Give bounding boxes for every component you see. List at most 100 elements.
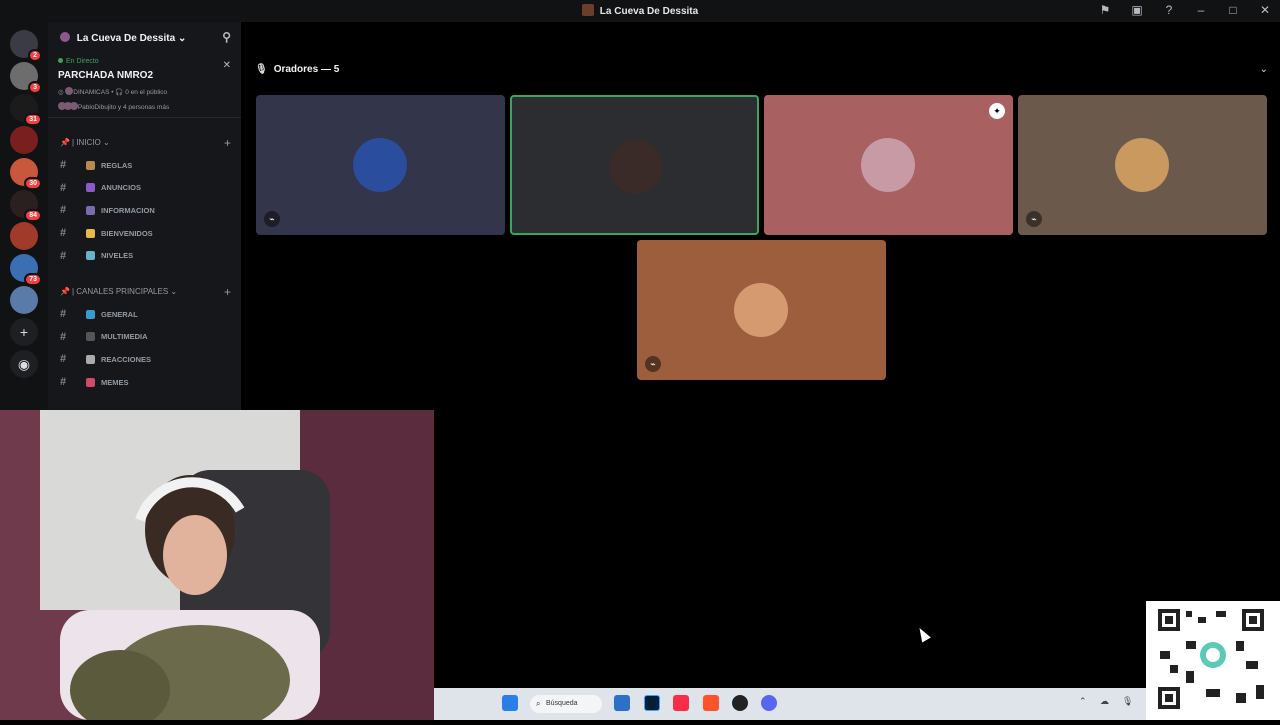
discover-icon[interactable]: ◉ [10, 350, 38, 378]
server-emblem-icon [60, 32, 70, 42]
search-icon: ⌕ [536, 699, 541, 708]
channel-emoji-icon [86, 183, 95, 193]
channel-name: MULTIMEDIA [101, 332, 148, 342]
pin-icon: 📌 [60, 286, 70, 296]
add-icon[interactable]: + [224, 136, 231, 150]
channel-categories: 📌 | INICIO ⌄ + # REGLAS # ANUNCIOS # INFORMACION… [48, 136, 241, 410]
server-icon[interactable]: 3 [10, 62, 42, 94]
live-tag: DINAMICAS [73, 89, 110, 96]
chevron-down-icon[interactable]: ⌄ [1260, 64, 1268, 75]
speaker-tile[interactable] [510, 95, 759, 235]
add-server-icon[interactable]: + [10, 318, 38, 346]
live-listeners: PabloDibujito y 4 personas más [58, 102, 231, 111]
listeners-text: PabloDibujito y 4 personas más [77, 104, 170, 111]
speaker-tile[interactable]: ✦ [764, 95, 1013, 235]
add-icon[interactable]: + [224, 285, 231, 299]
webcam-image [0, 410, 434, 720]
live-stage-name: PARCHADA NMRO2 [58, 70, 153, 81]
maximize-icon[interactable]: □ [1226, 3, 1240, 17]
avatar [734, 283, 788, 337]
speaker-tile[interactable]: ⌁ [1018, 95, 1267, 235]
live-meta: ◎ DINAMICAS • 🎧 0 en el público [58, 87, 168, 96]
mention-badge: 2 [28, 49, 42, 62]
channel-item[interactable]: # MULTIMEDIA [48, 326, 241, 349]
speaker-tile[interactable]: ⌁ [256, 95, 505, 235]
server-icon[interactable]: 31 [10, 94, 42, 126]
obs-app-icon[interactable] [732, 695, 748, 711]
category-name: | INICIO [71, 138, 101, 147]
hash-icon: # [60, 159, 67, 172]
hash-icon: # [60, 376, 67, 389]
server-icon[interactable] [10, 286, 38, 314]
server-name: La Cueva De Dessita [76, 33, 176, 44]
mic-off-icon: ⌁ [1026, 211, 1042, 227]
channel-emoji-icon [86, 377, 95, 387]
pin-icon: 📌 [60, 138, 70, 147]
channel-item[interactable]: # ANUNCIOS [48, 177, 241, 200]
channel-emoji-icon [86, 205, 95, 215]
channel-name: INFORMACION [101, 205, 155, 215]
channel-item[interactable]: # GENERAL [48, 303, 241, 326]
speakers-label: Oradores — 5 [273, 64, 340, 75]
taskbar-search[interactable]: ⌕ Búsqueda [530, 695, 602, 713]
server-icon[interactable] [10, 222, 38, 250]
music-app-icon[interactable] [673, 695, 689, 711]
live-stage-panel[interactable]: En Directo PARCHADA NMRO2 ◎ DINAMICAS • … [48, 52, 241, 118]
server-icon[interactable]: 84 [10, 190, 42, 222]
channel-emoji-icon [86, 160, 95, 170]
inbox-icon[interactable]: ⚑ [1098, 3, 1112, 17]
channel-sidebar: La Cueva De Dessita ⌄ ⚲ En Directo PARCH… [48, 22, 241, 410]
brave-app-icon[interactable] [703, 695, 719, 711]
channel-item[interactable]: # REACCIONES [48, 348, 241, 371]
channel-item[interactable]: # MEMES [48, 371, 241, 394]
window-title-text: La Cueva De Dessita [599, 6, 699, 17]
channel-item[interactable]: # INFORMACION [48, 199, 241, 222]
channel-name: ANUNCIOS [101, 183, 142, 193]
channel-emoji-icon [86, 354, 95, 364]
help-icon[interactable]: ? [1162, 3, 1176, 17]
avatar [609, 140, 663, 194]
channel-name: BIENVENIDOS [101, 228, 153, 238]
channel-name: REGLAS [101, 160, 133, 170]
channel-item[interactable]: # BIENVENIDOS [48, 222, 241, 245]
mention-badge: 3 [28, 81, 42, 94]
server-icon[interactable] [10, 126, 38, 154]
close-icon[interactable]: ✕ [223, 60, 231, 71]
channel-item[interactable]: # REGLAS [48, 154, 241, 177]
server-header[interactable]: La Cueva De Dessita ⌄ ⚲ [48, 22, 241, 52]
close-window-icon[interactable]: ✕ [1258, 3, 1272, 17]
hash-icon: # [60, 227, 67, 240]
store-app-icon[interactable] [614, 695, 630, 711]
server-icon[interactable]: 2 [10, 30, 42, 62]
qr-code-image [1158, 609, 1264, 709]
mention-badge: 73 [24, 273, 42, 286]
channel-emoji-icon [86, 332, 95, 342]
monitor-icon[interactable]: ▣ [1130, 3, 1144, 17]
channel-name: GENERAL [101, 309, 138, 319]
channel-emoji-icon [86, 309, 95, 319]
mention-badge: 84 [24, 209, 42, 222]
webcam-overlay [0, 410, 434, 720]
cloud-icon[interactable]: ☁ [1100, 696, 1109, 707]
mic-tray-icon[interactable]: 🎙 [1122, 696, 1133, 707]
avatar [70, 102, 78, 110]
add-member-icon[interactable]: ⚲ [222, 30, 231, 44]
speakers-header: 🎙 Oradores — 5 [255, 64, 339, 75]
channel-name: REACCIONES [101, 354, 152, 364]
hash-icon: # [60, 308, 67, 321]
minimize-icon[interactable]: – [1194, 3, 1208, 17]
channel-item[interactable]: # NIVELES [48, 244, 241, 267]
avatar [861, 138, 915, 192]
speaker-tile[interactable]: ⌁ [637, 240, 886, 380]
channel-emoji-icon [86, 228, 95, 238]
discord-app-icon[interactable] [761, 695, 777, 711]
channel-category[interactable]: 📌 | INICIO ⌄ + [48, 136, 241, 150]
mention-badge: 31 [24, 113, 42, 126]
photoshop-app-icon[interactable] [644, 695, 660, 711]
server-icon[interactable]: 30 [10, 158, 42, 190]
channel-category[interactable]: 📌 | CANALES PRINCIPALES ⌄ + [48, 285, 241, 299]
tray-chevron-icon[interactable]: ⌃ [1079, 696, 1087, 707]
windows-start-icon[interactable] [502, 695, 518, 711]
server-icon[interactable]: 73 [10, 254, 42, 286]
title-bar-icons: ⚑ ▣ ? – □ ✕ [1098, 3, 1272, 17]
